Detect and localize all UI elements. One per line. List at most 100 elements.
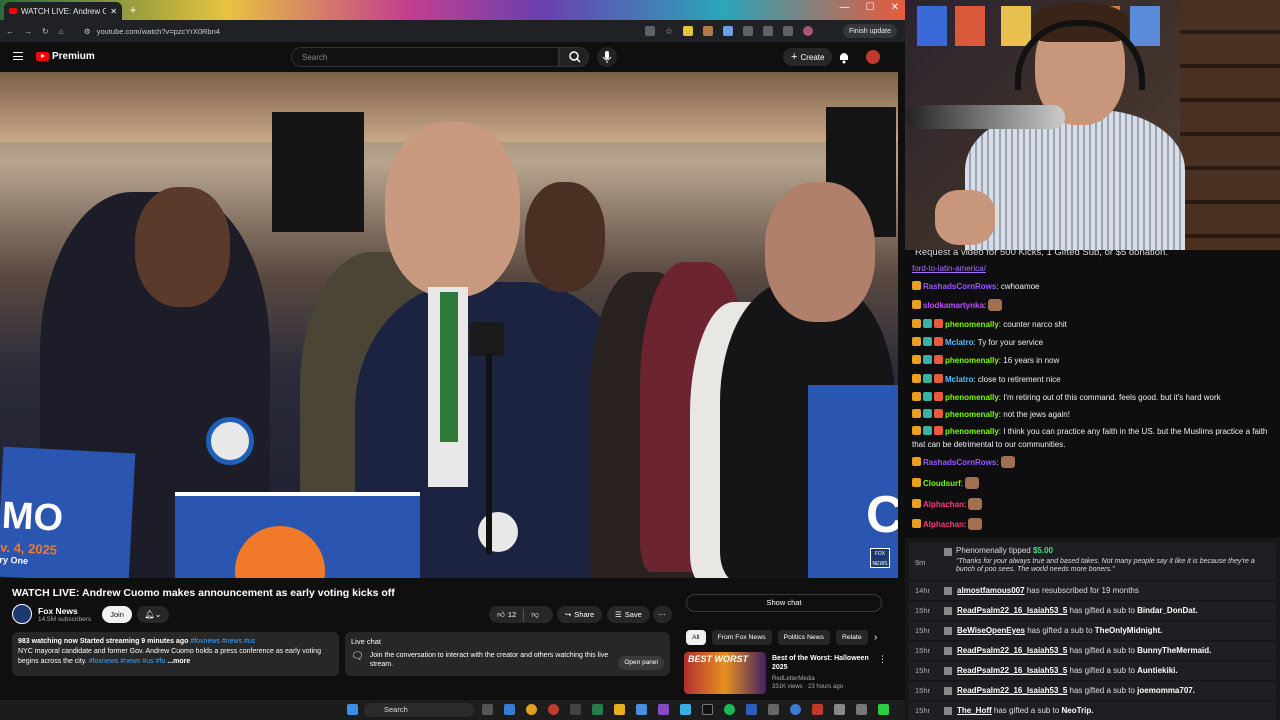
chat-username[interactable]: phenomenally xyxy=(945,356,999,365)
app-icon[interactable] xyxy=(878,704,889,715)
chevron-right-icon[interactable]: › xyxy=(874,630,877,645)
download-icon[interactable] xyxy=(783,26,794,36)
chip-all[interactable]: All xyxy=(686,630,706,645)
live-chat-title: Live chat xyxy=(351,637,382,646)
create-button[interactable]: + Create xyxy=(783,48,833,66)
chip-related[interactable]: Relate xyxy=(835,630,868,645)
forward-icon[interactable]: → xyxy=(24,27,32,36)
chat-username[interactable]: RashadsCornRows xyxy=(923,458,996,467)
app-icon[interactable] xyxy=(746,704,757,715)
search-button[interactable] xyxy=(559,47,589,67)
like-icon[interactable]: 👍︎ xyxy=(497,610,505,620)
event-user[interactable]: almostfamous007 xyxy=(957,586,1025,595)
chat-username[interactable]: RashadsCornRows xyxy=(923,282,996,291)
search-input[interactable]: Search xyxy=(291,47,559,67)
youtube-logo[interactable]: Premium xyxy=(36,51,95,62)
app-icon[interactable] xyxy=(768,704,779,715)
site-info-icon[interactable]: ⚙ xyxy=(84,27,91,36)
user-avatar[interactable] xyxy=(866,50,880,64)
chat-username[interactable]: Mclatro xyxy=(945,375,973,384)
event-user[interactable]: ReadPsalm22_16_Isaiah53_5 xyxy=(957,686,1067,695)
event-user[interactable]: ReadPsalm22_16_Isaiah53_5 xyxy=(957,666,1067,675)
minimize-icon[interactable]: — xyxy=(840,2,850,13)
notifications-bell-icon[interactable] xyxy=(837,50,851,64)
channel-avatar[interactable] xyxy=(12,604,32,624)
maximize-icon[interactable]: ☐ xyxy=(866,2,875,13)
video-player[interactable]: MO v. 4, 2025 ry One C FOX NEWS xyxy=(0,72,898,578)
chip-from-fox-news[interactable]: From Fox News xyxy=(711,630,772,645)
chat-username[interactable]: slodkamartynka xyxy=(923,301,984,310)
extension-icon[interactable] xyxy=(703,26,714,36)
event-user[interactable]: ReadPsalm22_16_Isaiah53_5 xyxy=(957,646,1067,655)
reload-icon[interactable]: ↻ xyxy=(42,27,49,36)
chat-username[interactable]: phenomenally xyxy=(945,427,999,436)
save-button[interactable]: ☰ Save xyxy=(607,606,650,623)
app-icon[interactable] xyxy=(658,704,669,715)
recommended-thumbnail[interactable]: BEST WORST xyxy=(684,652,766,694)
show-chat-button[interactable]: Show chat xyxy=(686,594,882,612)
url-bar[interactable]: ⚙ youtube.com/watch?v=pzcYrX0Rbn4 xyxy=(84,23,624,39)
bookmark-star-icon[interactable]: ☆ xyxy=(665,26,673,36)
file-explorer-icon[interactable] xyxy=(614,704,625,715)
description-box[interactable]: 983 watching now Started streaming 9 min… xyxy=(12,632,339,676)
chat-username[interactable]: Alphachan xyxy=(923,520,964,529)
chrome-alt-icon[interactable] xyxy=(548,704,559,715)
browser-tab[interactable]: WATCH LIVE: Andrew Cuomo m ✕ xyxy=(4,2,122,20)
windows-start-icon[interactable] xyxy=(347,704,358,715)
voice-search-button[interactable] xyxy=(597,47,617,67)
chat-username[interactable]: phenomenally xyxy=(945,393,999,402)
event-user[interactable]: BeWiseOpenEyes xyxy=(957,626,1025,635)
chip-politics-news[interactable]: Politics News xyxy=(777,630,830,645)
extensions-puzzle-icon[interactable] xyxy=(743,26,754,36)
new-tab-button[interactable]: + xyxy=(127,4,139,16)
more-actions-button[interactable]: ⋯ xyxy=(653,606,672,623)
app-icon[interactable] xyxy=(570,704,581,715)
app-icon[interactable] xyxy=(812,704,823,715)
spotify-icon[interactable] xyxy=(724,704,735,715)
back-icon[interactable]: ← xyxy=(6,27,14,36)
channel-name[interactable]: Fox News xyxy=(38,606,91,616)
chat-username[interactable]: Cloudsurf xyxy=(923,479,961,488)
join-button[interactable]: Join xyxy=(102,606,132,623)
like-count[interactable]: 12 xyxy=(508,610,516,619)
chat-link[interactable]: ford-to-latin-america/ xyxy=(912,264,986,273)
dislike-icon[interactable]: 👎︎ xyxy=(531,610,539,620)
open-panel-button[interactable]: Open panel xyxy=(618,656,664,670)
wall-poster xyxy=(1130,6,1160,46)
task-view-icon[interactable] xyxy=(482,704,493,715)
app-icon[interactable] xyxy=(680,704,691,715)
edge-icon[interactable] xyxy=(504,704,515,715)
install-app-icon[interactable] xyxy=(645,26,655,36)
chat-username[interactable]: Mclatro xyxy=(945,338,973,347)
chat-username[interactable]: Alphachan xyxy=(923,500,964,509)
event-user[interactable]: The_Hoff xyxy=(957,706,992,715)
event-user[interactable]: ReadPsalm22_16_Isaiah53_5 xyxy=(957,606,1067,615)
close-tab-icon[interactable]: ✕ xyxy=(110,7,117,16)
profile-icon[interactable] xyxy=(803,26,814,36)
menu-icon[interactable] xyxy=(13,52,23,60)
home-icon[interactable]: ⌂ xyxy=(59,27,64,36)
extension-icon[interactable] xyxy=(723,26,734,36)
recommended-title[interactable]: Best of the Worst: Halloween 2025 xyxy=(772,654,872,672)
like-dislike-group: 👍︎ 12 👎︎ xyxy=(489,606,553,623)
app-icon[interactable] xyxy=(834,704,845,715)
finish-update-button[interactable]: Finish update xyxy=(842,24,897,38)
taskbar-search[interactable]: Search xyxy=(364,703,474,717)
subscribe-bell-button[interactable]: 🔔︎⌄ xyxy=(137,606,169,623)
channel-info[interactable]: Fox News 14.5M subscribers xyxy=(12,604,91,624)
recommended-video[interactable]: BEST WORST Best of the Worst: Halloween … xyxy=(684,652,887,694)
app-icon[interactable] xyxy=(636,704,647,715)
app-icon[interactable] xyxy=(702,704,713,715)
share-button[interactable]: ↪ Share xyxy=(557,606,603,623)
app-icon[interactable] xyxy=(790,704,801,715)
close-window-icon[interactable]: ✕ xyxy=(891,2,899,13)
more-vert-icon[interactable]: ⋮ xyxy=(878,654,887,665)
app-icon[interactable] xyxy=(856,704,867,715)
chat-username[interactable]: phenomenally xyxy=(945,320,999,329)
app-icon[interactable] xyxy=(592,704,603,715)
sidepanel-icon[interactable] xyxy=(763,26,774,36)
chrome-icon[interactable] xyxy=(526,704,537,715)
chat-username[interactable]: phenomenally xyxy=(945,410,999,419)
more-link[interactable]: ...more xyxy=(167,658,190,665)
extension-icon[interactable] xyxy=(683,26,694,36)
